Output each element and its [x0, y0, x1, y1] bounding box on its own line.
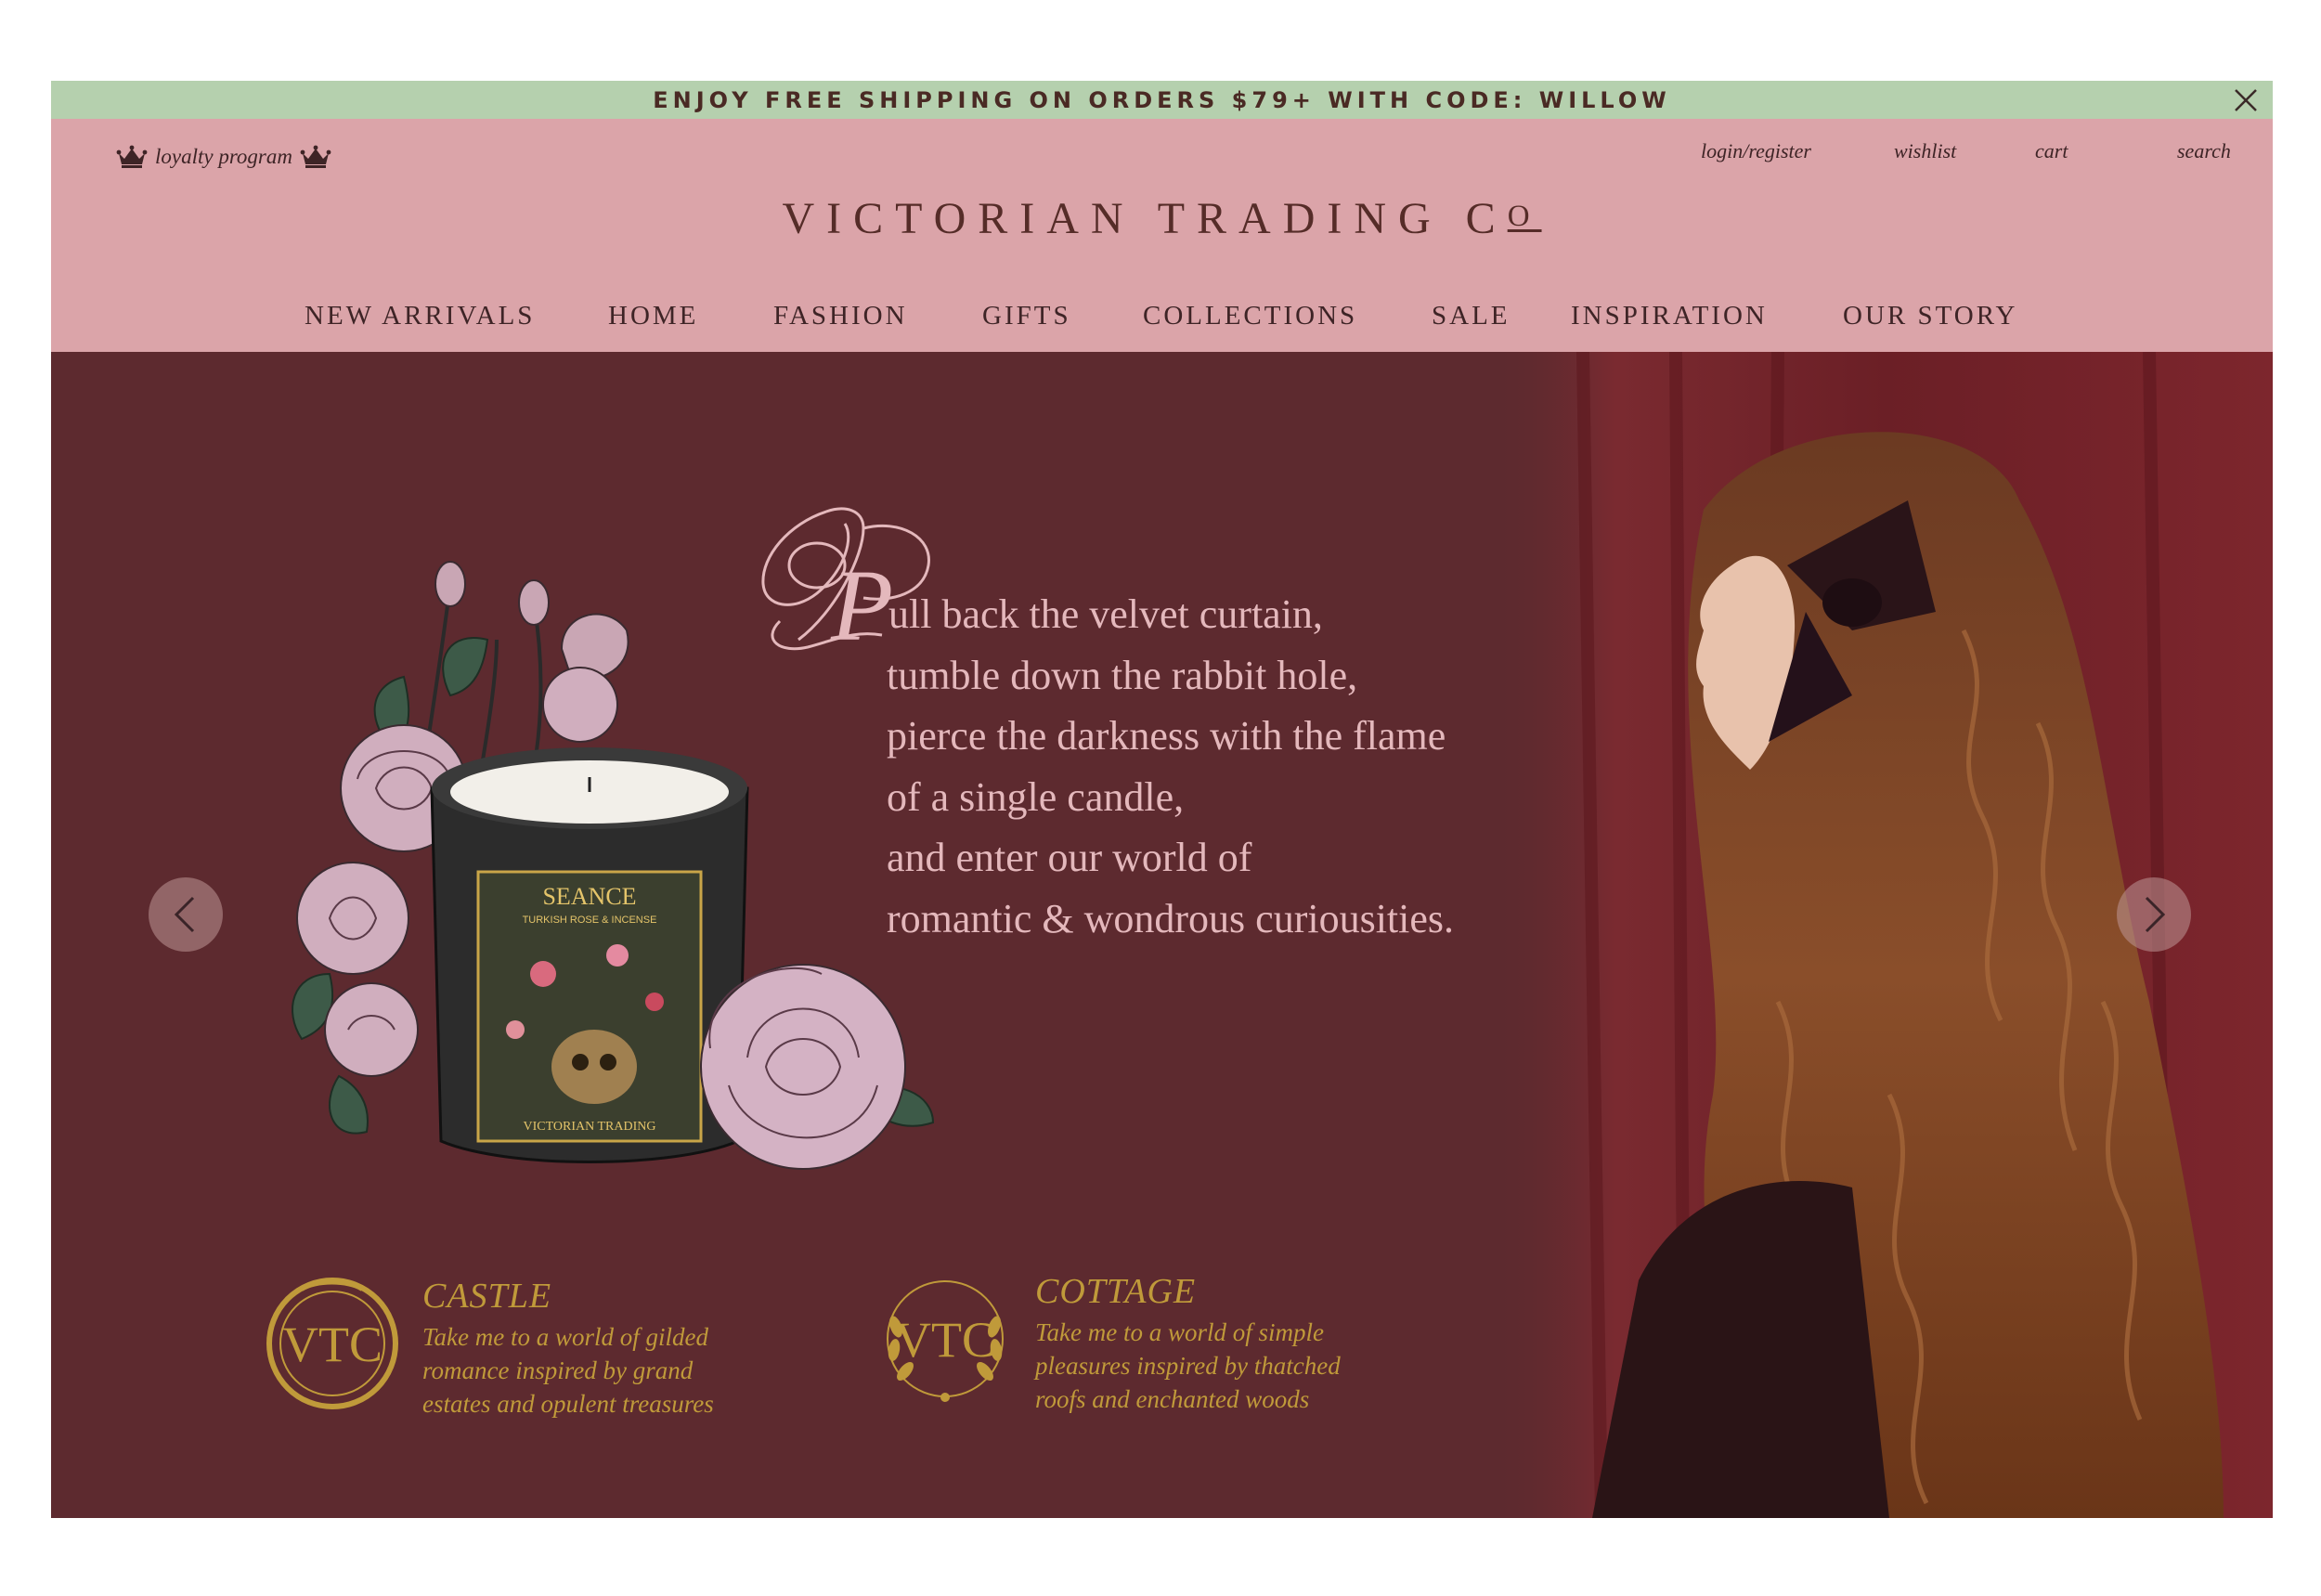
announcement-bar: ENJOY FREE SHIPPING ON ORDERS $79+ WITH …: [51, 81, 2273, 119]
cart-link[interactable]: cart: [2035, 139, 2068, 163]
collection-description-line: Take me to a world of simple: [1035, 1318, 1325, 1346]
carousel-prev-button[interactable]: [149, 877, 223, 952]
site-header: loyalty program login/register wishlist …: [51, 119, 2273, 352]
nav-new-arrivals[interactable]: NEW ARRIVALS: [305, 301, 535, 331]
vtc-ouroboros-emblem-icon: VTC: [266, 1278, 398, 1409]
loyalty-program-link[interactable]: loyalty program: [116, 141, 331, 173]
poem-line: pierce the darkness with the flame: [887, 713, 1446, 759]
nav-sale[interactable]: SALE: [1432, 301, 1511, 331]
collection-description-line: romance inspired by grand: [422, 1356, 694, 1384]
collection-description-line: Take me to a world of gilded: [422, 1323, 708, 1351]
brand-name: VICTORIAN TRADING C: [782, 194, 1508, 243]
emblem-letters: VTC: [282, 1317, 383, 1372]
nav-gifts[interactable]: GIFTS: [982, 301, 1071, 331]
nav-collections[interactable]: COLLECTIONS: [1143, 301, 1357, 331]
collection-card-cottage[interactable]: VTC COTTAGE Take me to a world of simple…: [877, 1271, 1434, 1413]
close-icon[interactable]: [2230, 84, 2262, 116]
poem-line: tumble down the rabbit hole,: [887, 652, 1358, 698]
crown-icon: [300, 145, 331, 168]
nav-our-story[interactable]: OUR STORY: [1843, 301, 2017, 331]
chevron-left-icon: [174, 896, 195, 933]
nav-home[interactable]: HOME: [608, 301, 698, 331]
emblem-letters: VTC: [895, 1312, 995, 1368]
search-link[interactable]: search: [2177, 139, 2231, 163]
hero-poem: ull back the velvet curtain, tumble down…: [887, 584, 1454, 949]
collection-title: CASTLE: [422, 1277, 552, 1316]
vtc-laurel-emblem-icon: VTC: [887, 1280, 1004, 1402]
brand-logo[interactable]: VICTORIAN TRADING CO: [51, 193, 2273, 244]
product-sublabel: TURKISH ROSE & INCENSE: [523, 915, 657, 926]
product-label: SEANCE: [542, 883, 636, 910]
login-register-link[interactable]: login/register: [1701, 139, 1811, 163]
nav-fashion[interactable]: FASHION: [773, 301, 908, 331]
poem-line: romantic & wondrous curiousities.: [887, 895, 1455, 941]
seance-candle-product-image[interactable]: SEANCE TURKISH ROSE & INCENSE VICTORIAN …: [265, 547, 952, 1178]
nav-inspiration[interactable]: INSPIRATION: [1571, 301, 1768, 331]
brand-superscript: O: [1507, 200, 1542, 233]
poem-line: ull back the velvet curtain,: [888, 591, 1323, 637]
loyalty-label: loyalty program: [155, 145, 292, 168]
carousel-next-button[interactable]: [2117, 877, 2191, 952]
collection-description-line: estates and opulent treasures: [422, 1390, 714, 1418]
crown-icon: [116, 145, 148, 168]
collection-description-line: pleasures inspired by thatched: [1035, 1352, 1341, 1380]
collection-title: COTTAGE: [1035, 1272, 1197, 1311]
wishlist-link[interactable]: wishlist: [1894, 139, 1956, 163]
collection-description-line: roofs and enchanted woods: [1035, 1385, 1310, 1413]
poem-line: and enter our world of: [887, 835, 1252, 880]
hero-banner: P ull back the velvet curtain, tumble do…: [51, 352, 2273, 1518]
product-brand-label: VICTORIAN TRADING: [524, 1120, 656, 1134]
poem-line: of a single candle,: [887, 773, 1185, 820]
chevron-right-icon: [2145, 896, 2166, 933]
announcement-text: ENJOY FREE SHIPPING ON ORDERS $79+ WITH …: [653, 87, 1671, 113]
collection-card-castle[interactable]: VTC CASTLE Take me to a world of gilded …: [265, 1276, 822, 1418]
page-frame: ENJOY FREE SHIPPING ON ORDERS $79+ WITH …: [51, 81, 2273, 1518]
